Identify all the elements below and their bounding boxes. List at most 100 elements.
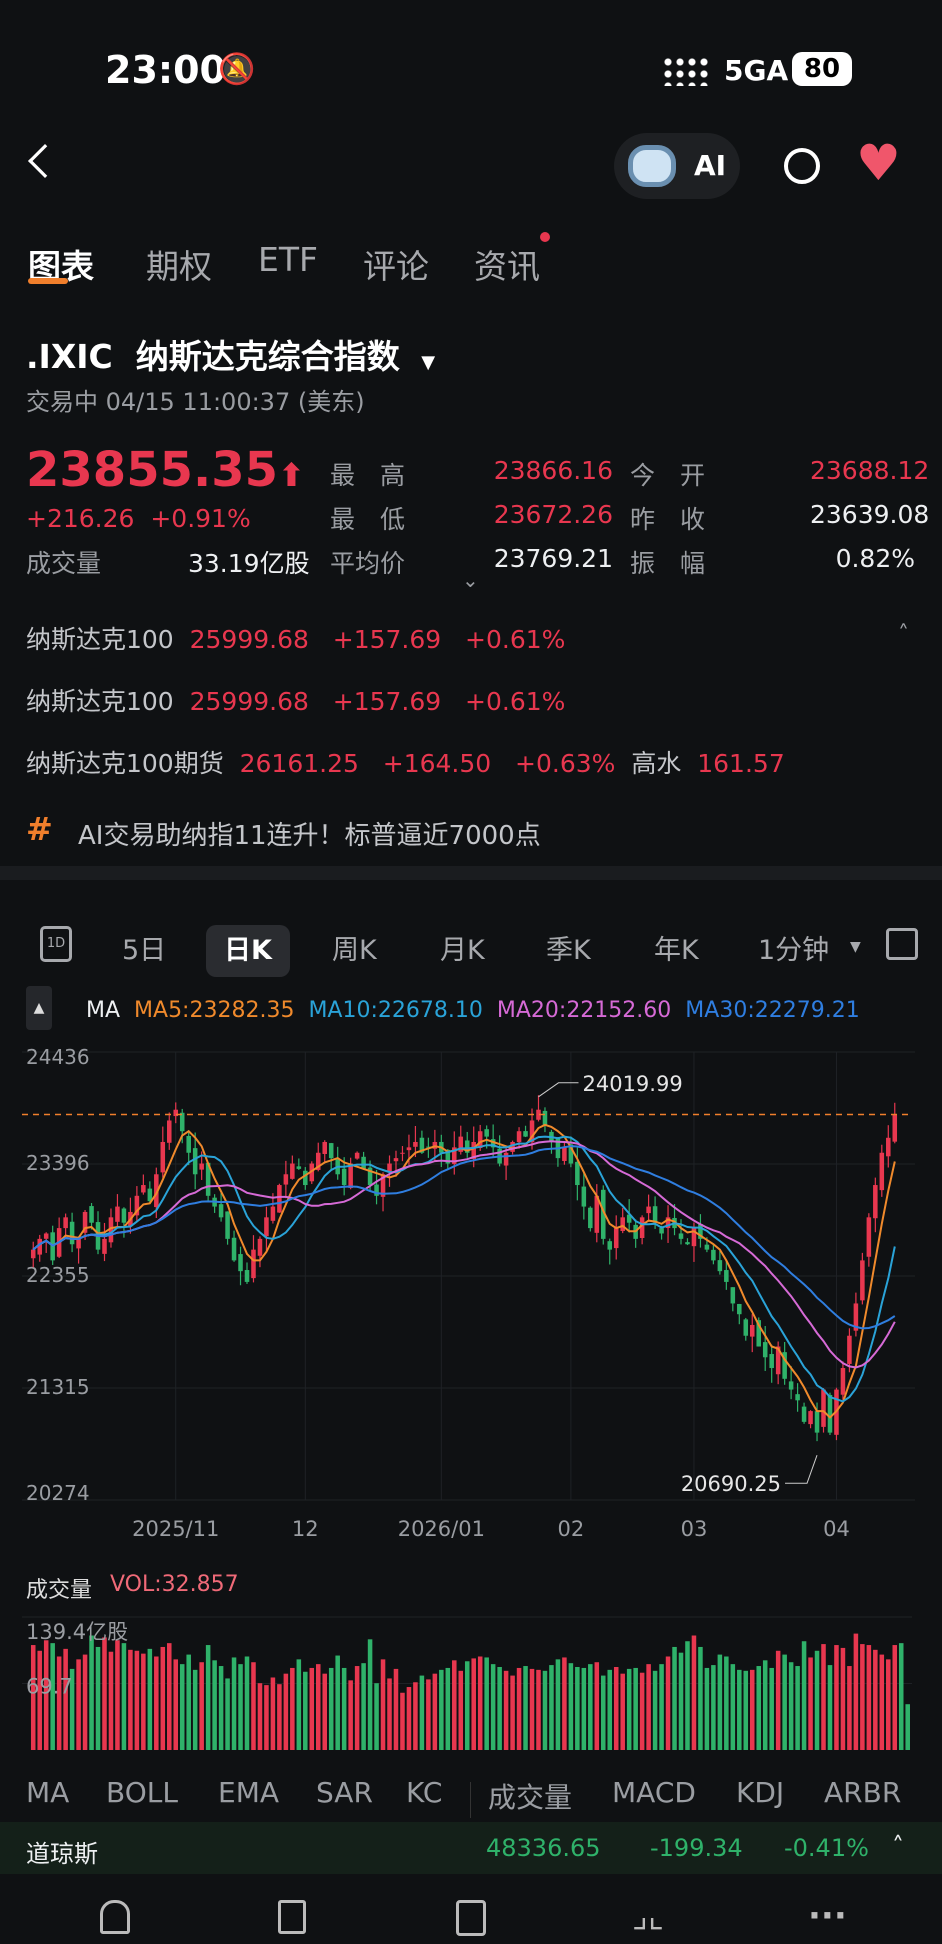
period-dropdown-icon[interactable]: ▼ — [850, 939, 861, 955]
ai-assistant-button[interactable]: AI — [614, 133, 740, 199]
volume-bar — [730, 1664, 736, 1750]
bottom-ticker[interactable]: 道琼斯 48336.65 -199.34 -0.41% ˄ — [0, 1822, 942, 1874]
period-tab[interactable]: 1分钟 — [740, 925, 847, 977]
related-name: 纳斯达克100 — [26, 687, 174, 716]
indicator-tab[interactable]: MACD — [612, 1776, 696, 1809]
candle-body — [717, 1260, 723, 1272]
volume-bar — [523, 1666, 528, 1750]
candle-body — [115, 1206, 120, 1222]
tab-etf[interactable]: ETF — [258, 240, 318, 279]
candlestick-chart[interactable]: 24436 23396 22355 21315 20274 2025/11 12 2026/0… — [0, 1040, 942, 1540]
volume-bar — [128, 1649, 133, 1750]
volume-bar — [743, 1670, 749, 1750]
price-change: +216.26 +0.91% — [26, 504, 251, 533]
fullscreen-exit-icon[interactable]: ⌟⌞ — [632, 1896, 664, 1936]
volume-bar — [510, 1675, 515, 1750]
volume-bar — [678, 1652, 684, 1750]
layout-grid-icon[interactable] — [886, 928, 918, 960]
stock-title[interactable]: .IXIC 纳斯达克综合指数 ▼ — [26, 330, 435, 378]
candle-body — [400, 1152, 405, 1154]
tab-comments[interactable]: 评论 — [363, 240, 429, 288]
volume-chart[interactable]: 139.4亿股 69.7 — [0, 1605, 942, 1755]
min-price-label: 20690.25 — [681, 1472, 781, 1496]
min-marker-line — [785, 1455, 818, 1484]
period-tab[interactable]: 5日 — [104, 925, 184, 977]
candle-body — [69, 1221, 75, 1245]
volume-bar — [529, 1668, 535, 1750]
candle-body — [218, 1204, 224, 1218]
indicator-tab[interactable]: SAR — [316, 1776, 373, 1809]
indicator-tab[interactable]: MA — [26, 1776, 69, 1809]
x-tick-label: 03 — [681, 1517, 708, 1540]
volume-bar — [873, 1649, 878, 1750]
notes-icon[interactable] — [456, 1900, 486, 1936]
expand-chevron-icon[interactable]: ⌄ — [462, 568, 479, 592]
volume-bar — [601, 1675, 606, 1750]
volume-bar — [801, 1641, 807, 1750]
volume-bar — [95, 1646, 101, 1750]
volume-bar — [367, 1639, 373, 1750]
back-button[interactable] — [28, 144, 62, 178]
search-icon[interactable] — [784, 148, 820, 184]
volume-bar — [426, 1679, 431, 1750]
up-arrow-icon: ⬆ — [278, 456, 305, 494]
candle-body — [588, 1207, 593, 1229]
indicator-tab[interactable]: ARBR — [824, 1776, 901, 1809]
candle-body — [769, 1354, 774, 1369]
period-tab[interactable]: 年K — [636, 925, 717, 977]
volume-stat-label: 成交量 — [26, 549, 102, 578]
period-tab[interactable]: 日K — [206, 925, 290, 977]
related-index-row[interactable]: 纳斯达克100期货 26161.25 +164.50 +0.63% 高水 161… — [26, 744, 785, 780]
volume-bar — [400, 1692, 405, 1750]
candle-body — [341, 1168, 347, 1186]
share-icon[interactable] — [278, 1900, 306, 1934]
related-price: 25999.68 — [189, 625, 309, 654]
period-tab[interactable]: 周K — [314, 925, 395, 977]
volume-bar — [315, 1664, 321, 1750]
volume-bar — [154, 1656, 159, 1750]
battery-icon: 80 — [792, 52, 852, 86]
intraday-1d-button[interactable]: 1D — [40, 926, 72, 962]
stat-label: 今 开 — [630, 461, 706, 490]
tab-options[interactable]: 期权 — [146, 240, 212, 288]
more-icon[interactable]: ··· — [808, 1896, 847, 1936]
indicator-divider — [470, 1782, 471, 1818]
hashtag-icon: # — [26, 810, 53, 848]
candle-body — [562, 1147, 567, 1161]
volume-bar — [853, 1633, 859, 1750]
tab-news[interactable]: 资讯 — [474, 240, 540, 288]
related-index-row[interactable]: 纳斯达克100 25999.68 +157.69 +0.61% — [26, 620, 565, 656]
volume-bar — [56, 1656, 62, 1750]
ticker-expand-icon[interactable]: ˄ — [892, 1832, 904, 1860]
volume-bar — [439, 1669, 444, 1750]
volume-bar — [879, 1654, 885, 1750]
trading-status: 交易中 04/15 11:00:37 (美东) — [26, 388, 365, 416]
stock-symbol: .IXIC — [26, 337, 113, 376]
volume-bar — [199, 1662, 204, 1750]
stat-value: 23672.26 — [493, 500, 613, 529]
collapse-chevron-icon[interactable]: ˄ — [898, 622, 909, 647]
indicator-tab[interactable]: KDJ — [736, 1776, 784, 1809]
ma-collapse-button[interactable]: ▲ — [26, 986, 52, 1030]
volume-bar — [633, 1667, 638, 1750]
volume-bar — [141, 1653, 146, 1750]
volume-bar — [309, 1667, 315, 1750]
volume-bar — [549, 1665, 554, 1750]
volume-bar — [121, 1643, 127, 1750]
news-headline[interactable]: AI交易助纳指11连升！标普逼近7000点 — [78, 815, 541, 852]
related-change: +164.50 — [382, 749, 492, 778]
period-tab[interactable]: 月K — [422, 925, 503, 977]
related-index-row[interactable]: 纳斯达克100 25999.68 +157.69 +0.61% — [26, 682, 565, 718]
indicator-tab[interactable]: BOLL — [106, 1776, 178, 1809]
volume-bar — [354, 1666, 360, 1750]
volume-bar — [380, 1659, 386, 1750]
ticker-name: 道琼斯 — [26, 1840, 98, 1868]
indicator-tab[interactable]: KC — [406, 1776, 442, 1809]
volume-bar — [769, 1667, 774, 1750]
period-tab[interactable]: 季K — [528, 925, 609, 977]
ai-label: AI — [694, 149, 727, 182]
indicator-tab[interactable]: EMA — [218, 1776, 279, 1809]
indicator-tab[interactable]: 成交量 — [488, 1776, 572, 1816]
favorite-heart-icon[interactable]: ♥ — [856, 134, 901, 192]
price-alert-icon[interactable] — [100, 1900, 130, 1934]
